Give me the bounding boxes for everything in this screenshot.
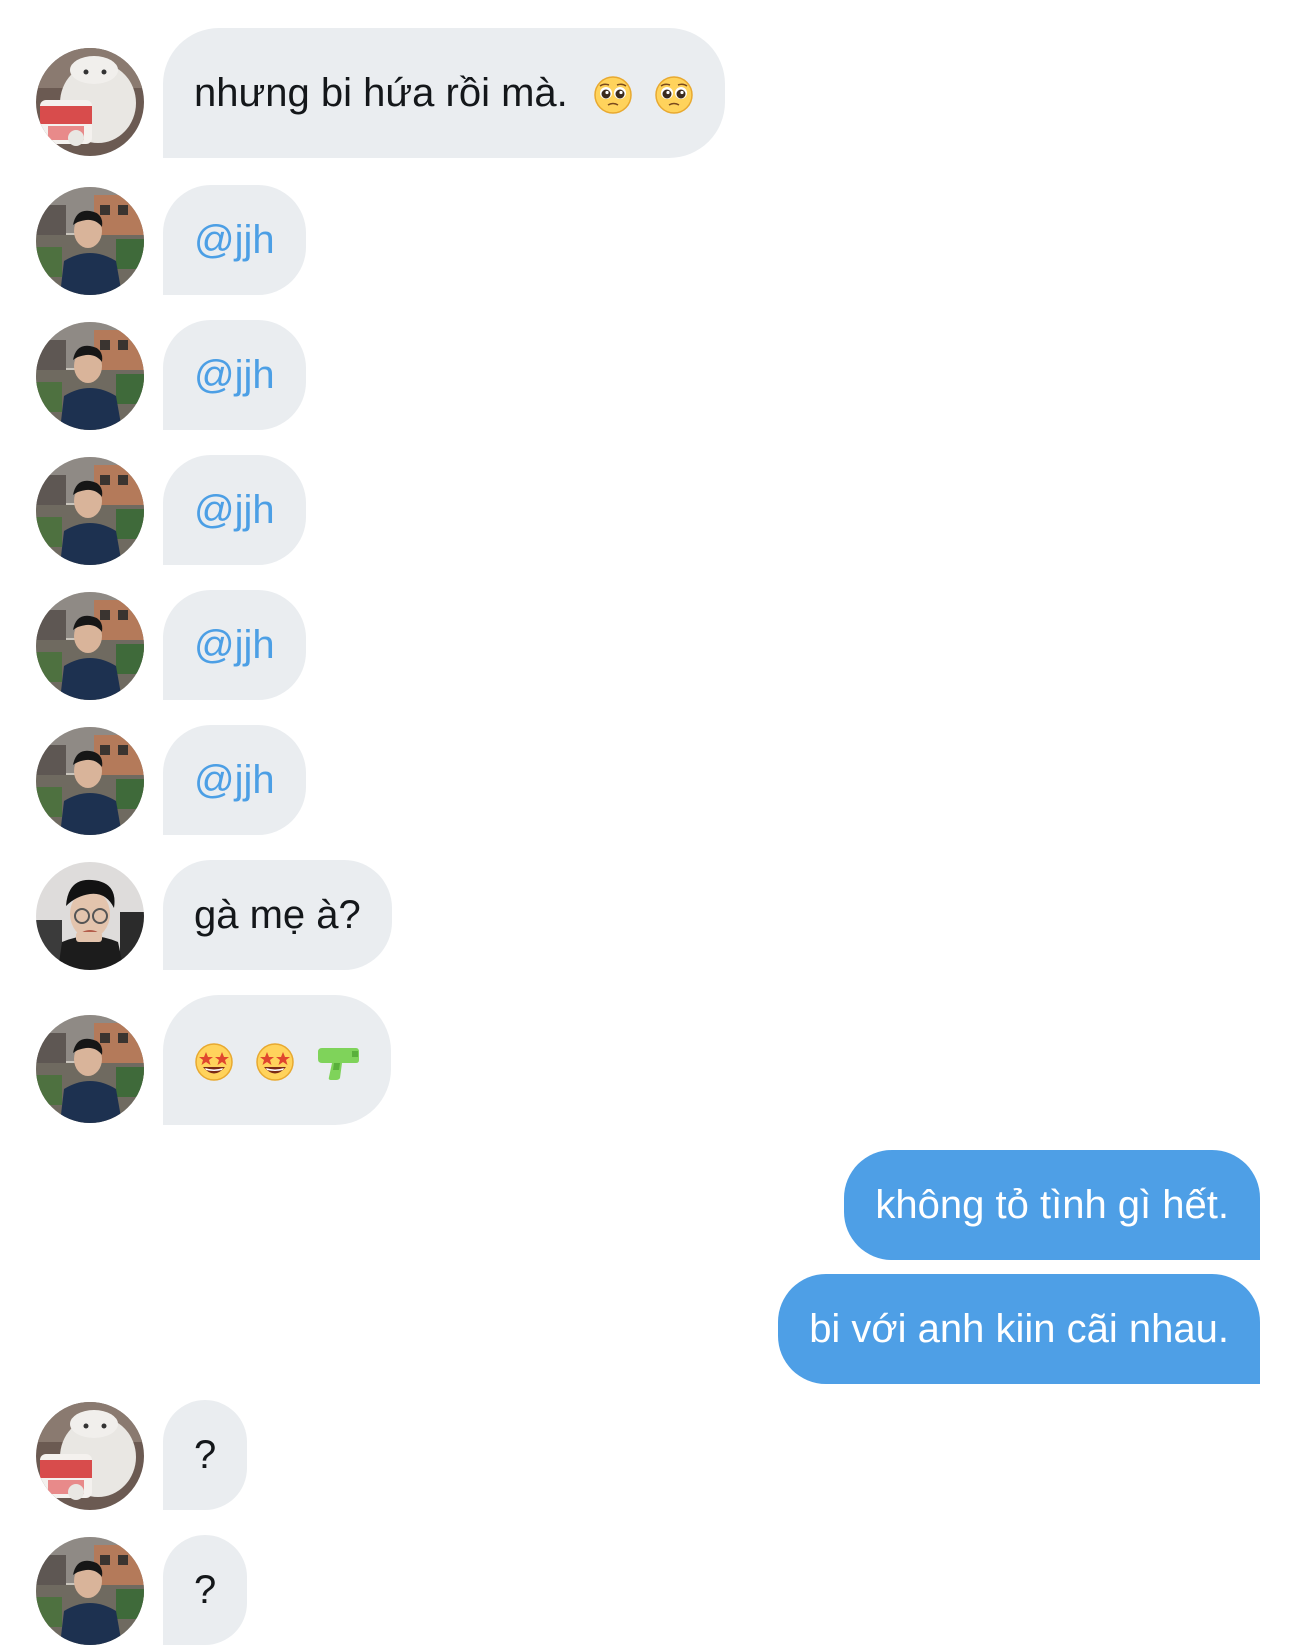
- message-row: ?: [0, 1535, 1290, 1645]
- message-text: bi với anh kiin cãi nhau.: [809, 1307, 1229, 1351]
- mention-link[interactable]: @jjh: [194, 623, 275, 667]
- message-text: không tỏ tình gì hết.: [875, 1183, 1229, 1227]
- message-row: @jjh: [0, 455, 1290, 565]
- message-row: bi với anh kiin cãi nhau.: [0, 1274, 1290, 1384]
- message-bubble[interactable]: [163, 995, 392, 1125]
- avatar-boy-jacket[interactable]: [36, 727, 144, 835]
- message-row: không tỏ tình gì hết.: [0, 1150, 1290, 1260]
- message-bubble[interactable]: @jjh: [163, 185, 306, 295]
- message-bubble[interactable]: nhưng bi hứa rồi mà.: [163, 28, 725, 158]
- mention-link[interactable]: @jjh: [194, 758, 275, 802]
- message-row: @jjh: [0, 725, 1290, 835]
- message-row: [0, 995, 1290, 1125]
- pleading-face-emoji: [593, 75, 633, 115]
- avatar-boy-jacket[interactable]: [36, 592, 144, 700]
- avatar-bear[interactable]: [36, 48, 144, 156]
- message-row: @jjh: [0, 590, 1290, 700]
- message-row: gà mẹ à?: [0, 860, 1290, 970]
- mention-link[interactable]: @jjh: [194, 353, 275, 397]
- mention-link[interactable]: @jjh: [194, 218, 275, 262]
- mention-link[interactable]: @jjh: [194, 488, 275, 532]
- message-row: nhưng bi hứa rồi mà.: [0, 28, 1290, 158]
- avatar-boy-jacket[interactable]: [36, 1015, 144, 1123]
- message-text: ?: [194, 1568, 217, 1612]
- message-row: @jjh: [0, 320, 1290, 430]
- sent-message-bubble[interactable]: không tỏ tình gì hết.: [844, 1150, 1260, 1260]
- message-text: ?: [194, 1433, 217, 1477]
- avatar-boy-glasses[interactable]: [36, 862, 144, 970]
- avatar-bear[interactable]: [36, 1402, 144, 1510]
- message-row: ?: [0, 1400, 1290, 1510]
- water-pistol-emoji: [316, 1042, 360, 1082]
- avatar-boy-jacket[interactable]: [36, 187, 144, 295]
- message-bubble[interactable]: @jjh: [163, 725, 306, 835]
- sent-message-bubble[interactable]: bi với anh kiin cãi nhau.: [778, 1274, 1260, 1384]
- avatar-boy-jacket[interactable]: [36, 1537, 144, 1645]
- conversation: nhưng bi hứa rồi mà. @jjh @jjh @jjh @jjh…: [0, 0, 1290, 1648]
- message-bubble[interactable]: gà mẹ à?: [163, 860, 392, 970]
- message-row: @jjh: [0, 185, 1290, 295]
- avatar-boy-jacket[interactable]: [36, 457, 144, 565]
- message-bubble[interactable]: @jjh: [163, 455, 306, 565]
- avatar-boy-jacket[interactable]: [36, 322, 144, 430]
- star-struck-emoji: [255, 1042, 295, 1082]
- pleading-face-emoji: [654, 75, 694, 115]
- message-text: nhưng bi hứa rồi mà.: [194, 71, 568, 115]
- message-bubble[interactable]: ?: [163, 1535, 248, 1645]
- message-bubble[interactable]: @jjh: [163, 320, 306, 430]
- message-bubble[interactable]: ?: [163, 1400, 248, 1510]
- message-text: gà mẹ à?: [194, 893, 361, 937]
- star-struck-emoji: [194, 1042, 234, 1082]
- message-bubble[interactable]: @jjh: [163, 590, 306, 700]
